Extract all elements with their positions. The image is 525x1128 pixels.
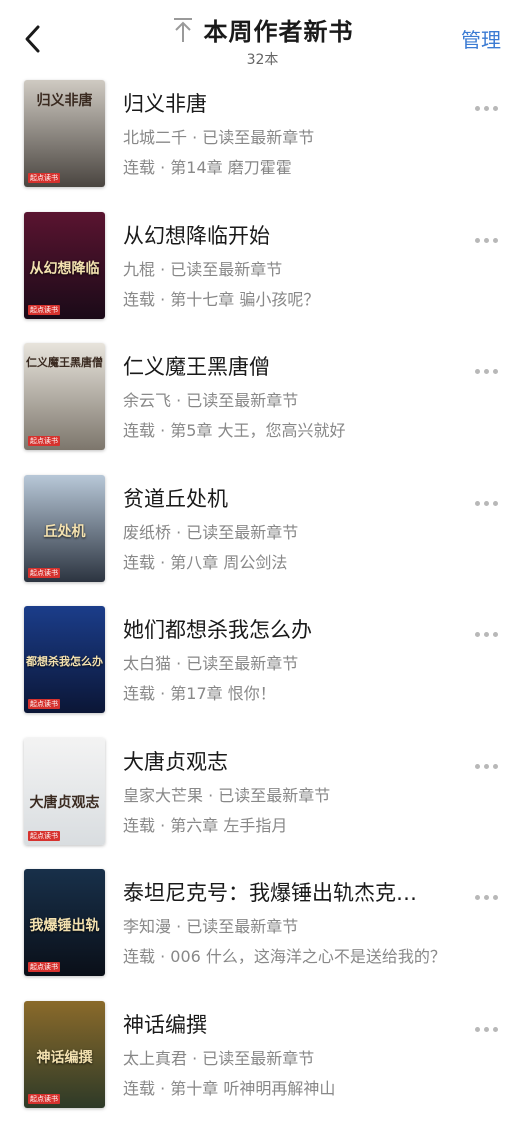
publisher-badge: 起点读书 xyxy=(28,1094,60,1104)
latest-chapter: 连载 · 第17章 恨你！ xyxy=(123,680,276,704)
publisher-badge: 起点读书 xyxy=(28,831,60,841)
book-cover[interactable]: 都想杀我怎么办 起点读书 xyxy=(24,606,105,713)
cover-title: 仁义魔王黑唐僧 xyxy=(24,357,105,369)
book-title[interactable]: 她们都想杀我怎么办 xyxy=(123,614,475,644)
publisher-badge: 起点读书 xyxy=(28,568,60,578)
cover-title: 我爆锤出轨 xyxy=(24,919,105,934)
page-title: 本周作者新书 xyxy=(204,12,354,47)
more-options-icon[interactable] xyxy=(475,754,505,766)
book-cover[interactable]: 神话编撰 起点读书 xyxy=(24,1001,105,1108)
author-read-status: 九棍 · 已读至最新章节 xyxy=(123,256,282,280)
latest-chapter: 连载 · 第14章 磨刀霍霍 xyxy=(123,154,292,178)
book-cover[interactable]: 我爆锤出轨 起点读书 xyxy=(24,869,105,976)
more-options-icon[interactable] xyxy=(475,622,505,634)
book-title[interactable]: 从幻想降临开始 xyxy=(123,220,475,250)
author-read-status: 李知漫 · 已读至最新章节 xyxy=(123,913,298,937)
cover-title: 从幻想降临 xyxy=(24,262,105,277)
author-read-status: 太白猫 · 已读至最新章节 xyxy=(123,650,298,674)
publisher-badge: 起点读书 xyxy=(28,173,60,183)
book-item[interactable]: 神话编撰 起点读书 神话编撰 太上真君 · 已读至最新章节 连载 · 第十章 听… xyxy=(0,997,525,1128)
latest-chapter: 连载 · 第十七章 骗小孩呢？ xyxy=(123,286,319,310)
author-read-status: 太上真君 · 已读至最新章节 xyxy=(123,1045,314,1069)
book-item[interactable]: 我爆锤出轨 起点读书 泰坦尼克号：我爆锤出轨杰克… 李知漫 · 已读至最新章节 … xyxy=(0,865,525,997)
book-cover[interactable]: 归义非唐 起点读书 xyxy=(24,80,105,187)
latest-chapter: 连载 · 第六章 左手指月 xyxy=(123,812,287,836)
author-read-status: 废纸桥 · 已读至最新章节 xyxy=(123,519,298,543)
more-options-icon[interactable] xyxy=(475,228,505,240)
book-cover[interactable]: 仁义魔王黑唐僧 起点读书 xyxy=(24,343,105,450)
cover-title: 神话编撰 xyxy=(24,1051,105,1066)
author-read-status: 皇家大芒果 · 已读至最新章节 xyxy=(123,782,330,806)
cover-title: 都想杀我怎么办 xyxy=(24,656,105,668)
book-title[interactable]: 大唐贞观志 xyxy=(123,746,475,776)
publisher-badge: 起点读书 xyxy=(28,436,60,446)
book-count: 32本 xyxy=(0,49,525,69)
latest-chapter: 连载 · 第5章 大王，您高兴就好 xyxy=(123,417,346,441)
book-cover[interactable]: 丘处机 起点读书 xyxy=(24,475,105,582)
book-item[interactable]: 都想杀我怎么办 起点读书 她们都想杀我怎么办 太白猫 · 已读至最新章节 连载 … xyxy=(0,602,525,734)
manage-button[interactable]: 管理 xyxy=(461,24,501,53)
book-cover[interactable]: 大唐贞观志 起点读书 xyxy=(24,738,105,845)
author-read-status: 北城二千 · 已读至最新章节 xyxy=(123,124,314,148)
cover-title: 归义非唐 xyxy=(24,94,105,109)
book-title[interactable]: 泰坦尼克号：我爆锤出轨杰克… xyxy=(123,877,475,907)
book-cover[interactable]: 从幻想降临 起点读书 xyxy=(24,212,105,319)
book-item[interactable]: 从幻想降临 起点读书 从幻想降临开始 九棍 · 已读至最新章节 连载 · 第十七… xyxy=(0,208,525,340)
more-options-icon[interactable] xyxy=(475,96,505,108)
cover-title: 大唐贞观志 xyxy=(24,796,105,811)
title-block: 本周作者新书 32本 xyxy=(0,12,525,69)
book-title[interactable]: 贫道丘处机 xyxy=(123,483,475,513)
more-options-icon[interactable] xyxy=(475,359,505,371)
publisher-badge: 起点读书 xyxy=(28,962,60,972)
book-title[interactable]: 归义非唐 xyxy=(123,88,475,118)
scroll-to-top-icon[interactable] xyxy=(172,17,194,43)
book-list: 归义非唐 起点读书 归义非唐 北城二千 · 已读至最新章节 连载 · 第14章 … xyxy=(0,76,525,1128)
publisher-badge: 起点读书 xyxy=(28,305,60,315)
top-bar: 本周作者新书 32本 管理 xyxy=(0,0,525,72)
more-options-icon[interactable] xyxy=(475,885,505,897)
latest-chapter: 连载 · 第八章 周公剑法 xyxy=(123,549,287,573)
book-title[interactable]: 仁义魔王黑唐僧 xyxy=(123,351,475,381)
book-item[interactable]: 大唐贞观志 起点读书 大唐贞观志 皇家大芒果 · 已读至最新章节 连载 · 第六… xyxy=(0,734,525,866)
book-title[interactable]: 神话编撰 xyxy=(123,1009,475,1039)
latest-chapter: 连载 · 第十章 听神明再解神山 xyxy=(123,1075,335,1099)
book-item[interactable]: 丘处机 起点读书 贫道丘处机 废纸桥 · 已读至最新章节 连载 · 第八章 周公… xyxy=(0,471,525,603)
latest-chapter: 连载 · 006 什么，这海洋之心不是送给我的？ xyxy=(123,943,446,967)
cover-title: 丘处机 xyxy=(24,525,105,540)
author-read-status: 余云飞 · 已读至最新章节 xyxy=(123,387,298,411)
book-item[interactable]: 归义非唐 起点读书 归义非唐 北城二千 · 已读至最新章节 连载 · 第14章 … xyxy=(0,76,525,208)
publisher-badge: 起点读书 xyxy=(28,699,60,709)
more-options-icon[interactable] xyxy=(475,491,505,503)
book-item[interactable]: 仁义魔王黑唐僧 起点读书 仁义魔王黑唐僧 余云飞 · 已读至最新章节 连载 · … xyxy=(0,339,525,471)
more-options-icon[interactable] xyxy=(475,1017,505,1029)
